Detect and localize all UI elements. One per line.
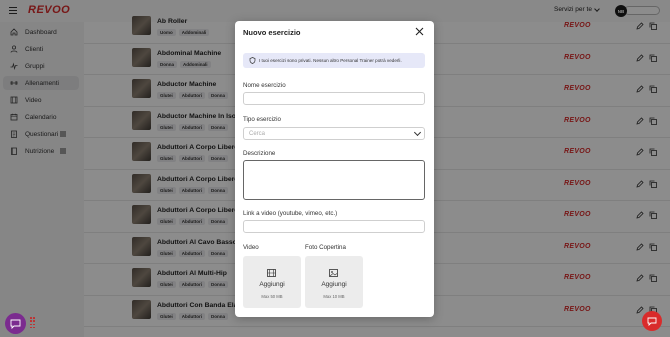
close-icon[interactable] xyxy=(415,27,424,36)
video-upload-label: Aggiungi xyxy=(259,281,285,288)
video-link-label: Link a video (youtube, vimeo, etc.) xyxy=(243,210,338,217)
name-label: Nome esercizio xyxy=(243,82,286,89)
video-upload-max: Max 50 MB xyxy=(261,294,283,299)
cover-upload-label: Aggiungi xyxy=(321,281,347,288)
description-label: Descrizione xyxy=(243,150,276,157)
type-label: Tipo esercizio xyxy=(243,116,281,123)
chevron-down-icon xyxy=(413,128,422,137)
message-icon xyxy=(647,317,657,326)
privacy-info-text: I tuoi esercizi sono privati. Nessun alt… xyxy=(259,57,402,63)
film-icon xyxy=(267,269,276,277)
video-label: Video xyxy=(243,244,259,251)
chat-icon xyxy=(10,319,21,329)
type-placeholder: Cerca xyxy=(249,130,266,137)
messages-button[interactable] xyxy=(642,311,662,331)
video-upload-button[interactable]: Aggiungi Max 50 MB xyxy=(243,256,301,308)
exercise-type-select[interactable]: Cerca xyxy=(243,127,425,140)
modal-title: Nuovo esercizio xyxy=(243,28,301,37)
video-link-input[interactable] xyxy=(243,220,425,233)
cover-upload-button[interactable]: Aggiungi Max 10 MB xyxy=(305,256,363,308)
cover-upload-max: Max 10 MB xyxy=(323,294,345,299)
privacy-info-banner: I tuoi esercizi sono privati. Nessun alt… xyxy=(243,53,425,68)
cover-label: Foto Copertina xyxy=(305,244,346,251)
drag-handle-icon[interactable] xyxy=(30,317,35,329)
image-icon xyxy=(329,269,338,277)
support-chat-button[interactable] xyxy=(5,313,26,334)
description-textarea[interactable] xyxy=(243,160,425,200)
shield-icon xyxy=(249,57,256,64)
exercise-name-input[interactable] xyxy=(243,92,425,105)
new-exercise-modal: Nuovo esercizio I tuoi esercizi sono pri… xyxy=(235,21,434,317)
